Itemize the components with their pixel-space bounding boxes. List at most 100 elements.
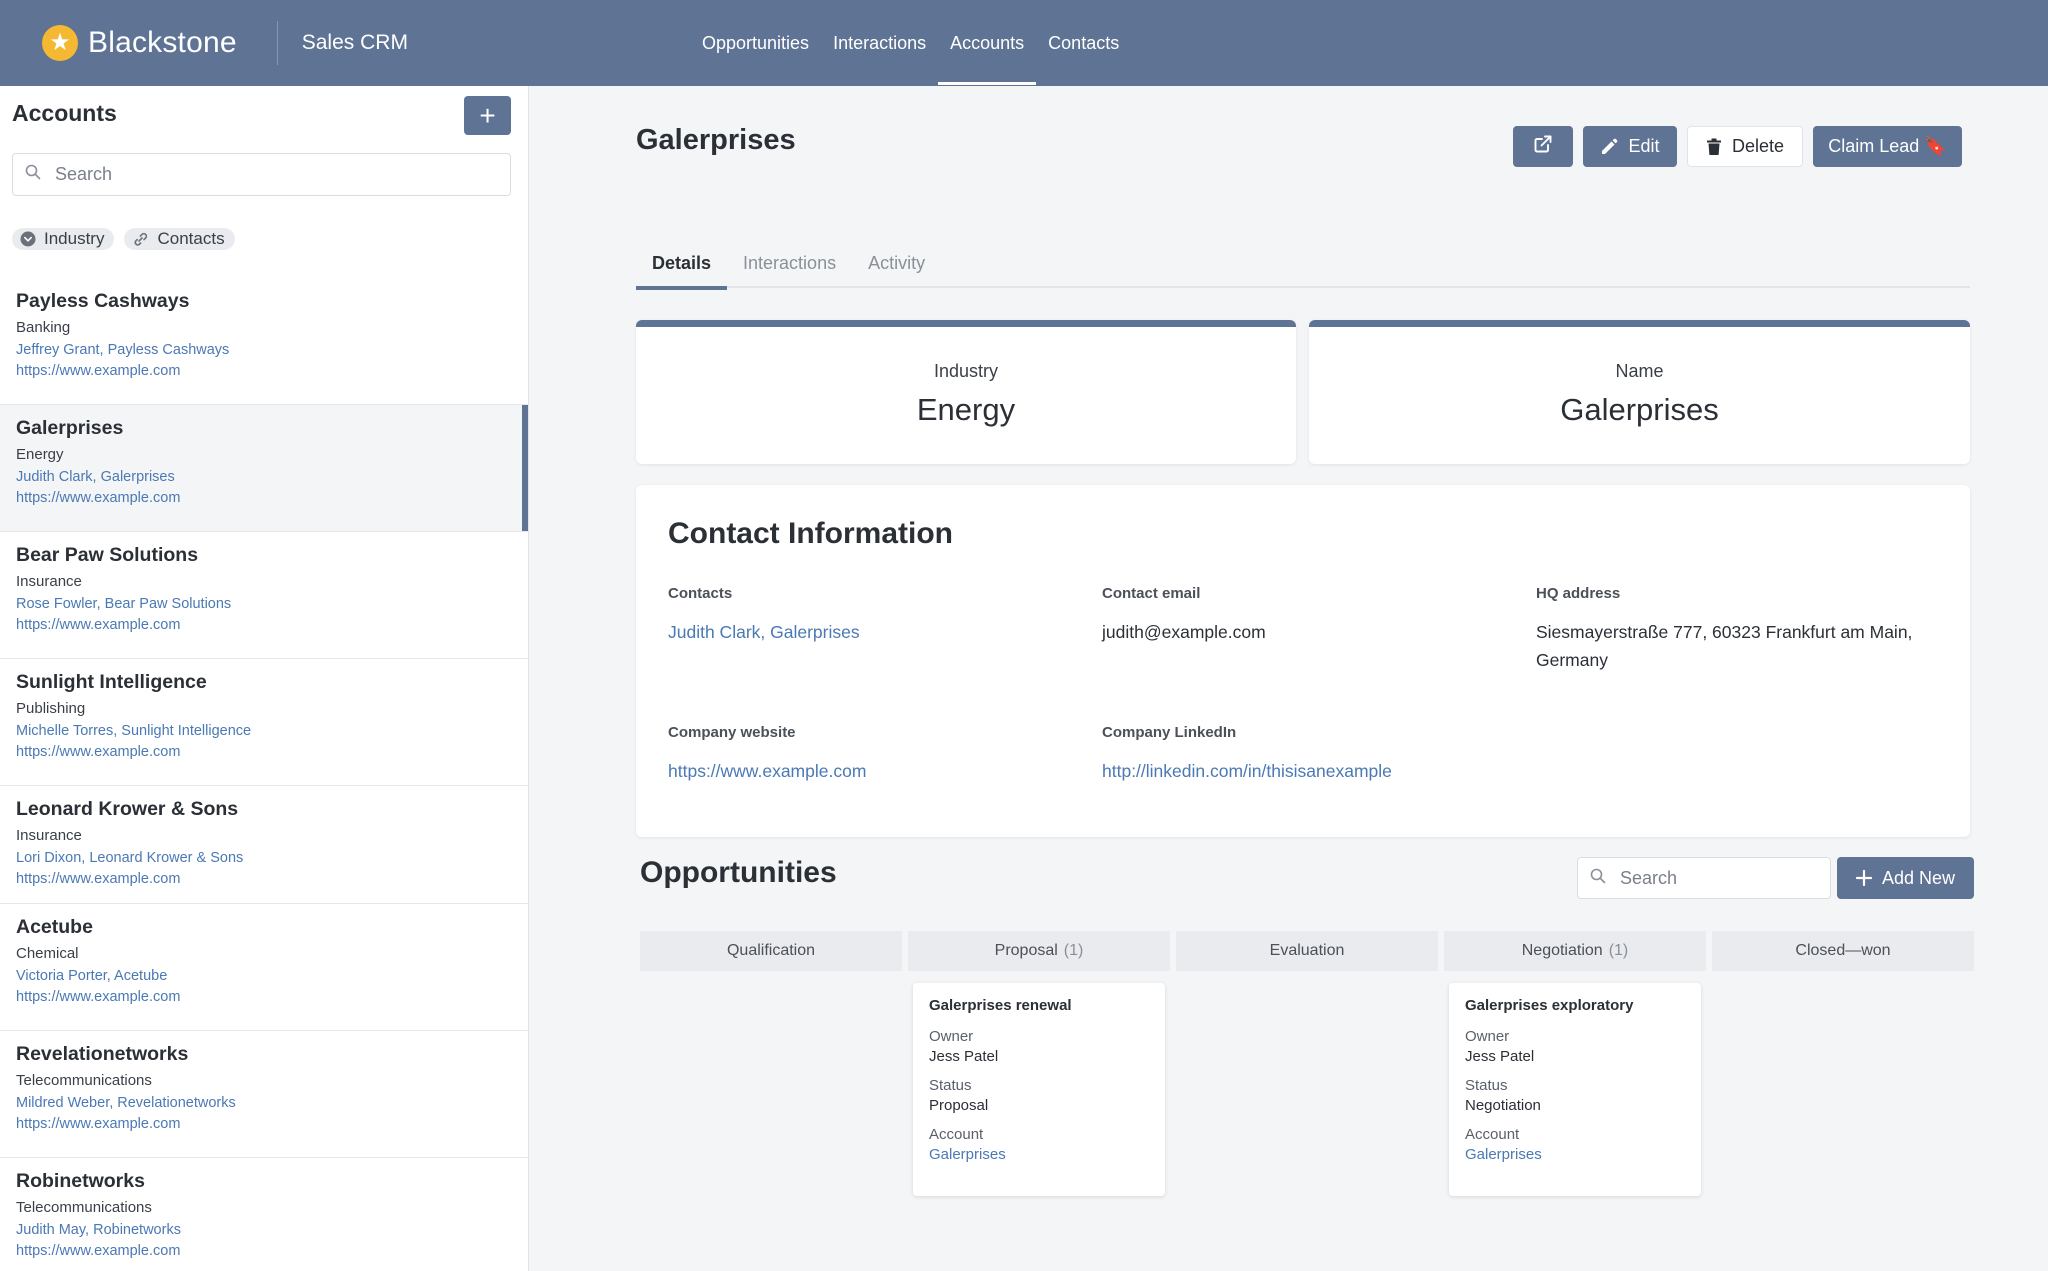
sidebar-search-input[interactable] xyxy=(55,164,475,185)
field-label: Company LinkedIn xyxy=(1102,724,1237,741)
account-contact-link[interactable]: Victoria Porter, Acetube xyxy=(16,968,512,984)
opportunity-card[interactable]: Galerprises renewal Owner Jess Patel Sta… xyxy=(913,983,1165,1196)
nav-interactions[interactable]: Interactions xyxy=(821,0,938,86)
trash-icon xyxy=(1706,138,1722,156)
contacts-filter-chip[interactable]: Contacts xyxy=(124,228,235,250)
opportunity-board: Qualification Proposal (1) Galerprises r… xyxy=(640,931,1974,1196)
list-item[interactable]: Acetube Chemical Victoria Porter, Acetub… xyxy=(0,904,528,1031)
search-icon xyxy=(1590,868,1606,889)
list-item-selected[interactable]: Galerprises Energy Judith Clark, Galerpr… xyxy=(0,405,528,532)
account-website-link[interactable]: https://www.example.com xyxy=(16,744,512,760)
account-website-link[interactable]: https://www.example.com xyxy=(16,490,512,506)
owner-label: Owner xyxy=(1465,1028,1510,1045)
brand-name: Blackstone xyxy=(88,26,237,59)
nav-accounts[interactable]: Accounts xyxy=(938,0,1037,86)
list-item[interactable]: Sunlight Intelligence Publishing Michell… xyxy=(0,659,528,786)
account-name: Revelationetworks xyxy=(16,1043,189,1065)
account-link[interactable]: Galerprises xyxy=(1465,1146,1685,1163)
column-header: Closed—won xyxy=(1712,931,1974,971)
field-label: Company website xyxy=(668,724,796,741)
account-industry: Banking xyxy=(16,319,71,336)
account-link[interactable]: Galerprises xyxy=(929,1146,1149,1163)
list-item[interactable]: Revelationetworks Telecommunications Mil… xyxy=(0,1031,528,1158)
column-label: Proposal xyxy=(994,942,1058,959)
stat-label: Name xyxy=(1615,361,1664,381)
tab-activity[interactable]: Activity xyxy=(852,238,941,288)
page-title: Galerprises xyxy=(636,124,796,156)
tab-interactions[interactable]: Interactions xyxy=(727,238,852,288)
brand-divider xyxy=(276,21,278,65)
account-industry: Publishing xyxy=(16,700,86,717)
contact-information-card: Contact Information Contacts Judith Clar… xyxy=(636,485,1970,837)
owner-value: Jess Patel xyxy=(929,1048,999,1065)
open-external-button[interactable] xyxy=(1513,126,1573,167)
opportunity-name: Galerprises renewal xyxy=(929,997,1072,1014)
account-industry: Telecommunications xyxy=(16,1199,152,1216)
top-navigation-bar: ★ Blackstone Sales CRM Opportunities Int… xyxy=(0,0,2048,86)
account-industry: Insurance xyxy=(16,827,82,844)
column-header: Proposal (1) xyxy=(908,931,1170,971)
nav-contacts[interactable]: Contacts xyxy=(1036,0,1131,86)
account-contact-link[interactable]: Judith May, Robinetworks xyxy=(16,1222,512,1238)
field-label: Contact email xyxy=(1102,585,1201,602)
name-stat-card: Name Galerprises xyxy=(1309,320,1970,464)
account-website-link[interactable]: https://www.example.com xyxy=(16,617,512,633)
account-name: Bear Paw Solutions xyxy=(16,544,199,566)
industry-filter-chip[interactable]: Industry xyxy=(12,228,115,250)
column-label: Negotiation xyxy=(1521,942,1603,959)
account-contact-link[interactable]: Mildred Weber, Revelationetworks xyxy=(16,1095,512,1111)
nav-opportunities[interactable]: Opportunities xyxy=(690,0,821,86)
contact-link[interactable]: Judith Clark, Galerprises xyxy=(668,618,1078,646)
account-website-link[interactable]: https://www.example.com xyxy=(16,1243,512,1259)
list-item[interactable]: Bear Paw Solutions Insurance Rose Fowler… xyxy=(0,532,528,659)
account-contact-link[interactable]: Michelle Torres, Sunlight Intelligence xyxy=(16,723,512,739)
tab-details[interactable]: Details xyxy=(636,238,728,290)
contact-email-field: Contact email judith@example.com xyxy=(1102,585,1512,646)
stat-value: Energy xyxy=(916,392,1016,427)
account-website-link[interactable]: https://www.example.com xyxy=(16,871,512,887)
pencil-icon xyxy=(1600,138,1618,156)
account-contact-link[interactable]: Lori Dixon, Leonard Krower & Sons xyxy=(16,850,512,866)
list-item[interactable]: Robinetworks Telecommunications Judith M… xyxy=(0,1158,528,1271)
claim-lead-button[interactable]: Claim Lead 🔖 xyxy=(1813,126,1962,167)
delete-label: Delete xyxy=(1731,136,1785,156)
add-new-button[interactable]: Add New xyxy=(1837,857,1974,899)
edit-button[interactable]: Edit xyxy=(1583,126,1677,167)
owner-value: Jess Patel xyxy=(1465,1048,1535,1065)
account-detail: Galerprises Edit Delete Claim Lead 🔖 Det… xyxy=(530,86,2048,1271)
column-evaluation: Evaluation xyxy=(1176,931,1438,1196)
industry-stat-card: Industry Energy xyxy=(636,320,1296,464)
status-value: Negotiation xyxy=(1465,1097,1541,1114)
account-website-link[interactable]: https://www.example.com xyxy=(16,1116,512,1132)
external-link-icon xyxy=(1533,134,1553,159)
account-contact-link[interactable]: Judith Clark, Galerprises xyxy=(16,469,512,485)
opportunities-search-input[interactable] xyxy=(1620,867,1810,889)
status-value: Proposal xyxy=(929,1097,989,1114)
delete-button[interactable]: Delete xyxy=(1687,126,1803,167)
add-account-button[interactable]: + xyxy=(464,96,511,135)
column-label: Evaluation xyxy=(1269,942,1345,959)
website-link[interactable]: https://www.example.com xyxy=(668,757,1078,785)
account-contact-link[interactable]: Jeffrey Grant, Payless Cashways xyxy=(16,342,512,358)
account-website-link[interactable]: https://www.example.com xyxy=(16,989,512,1005)
account-label: Account xyxy=(929,1126,984,1143)
account-contact-link[interactable]: Rose Fowler, Bear Paw Solutions xyxy=(16,596,512,612)
column-count: (1) xyxy=(1608,942,1629,959)
accounts-sidebar: Accounts + Industry Contacts Payless Cas… xyxy=(0,86,529,1271)
list-item[interactable]: Payless Cashways Banking Jeffrey Grant, … xyxy=(0,278,528,405)
opportunity-card[interactable]: Galerprises exploratory Owner Jess Patel… xyxy=(1449,983,1701,1196)
search-icon xyxy=(25,164,41,185)
brand[interactable]: ★ Blackstone xyxy=(42,25,237,61)
sidebar-title: Accounts xyxy=(12,100,117,126)
field-value: Siesmayerstraße 777, 60323 Frankfurt am … xyxy=(1536,622,1913,670)
column-header: Negotiation (1) xyxy=(1444,931,1706,971)
status-label: Status xyxy=(929,1077,972,1094)
account-label: Account xyxy=(1465,1126,1520,1143)
industry-chip-label: Industry xyxy=(44,229,105,248)
sidebar-search xyxy=(12,153,511,196)
linkedin-link[interactable]: http://linkedin.com/in/thisisanexample xyxy=(1102,757,1512,785)
list-item[interactable]: Leonard Krower & Sons Insurance Lori Dix… xyxy=(0,786,528,904)
account-industry: Telecommunications xyxy=(16,1072,152,1089)
account-name: Leonard Krower & Sons xyxy=(16,798,239,820)
account-website-link[interactable]: https://www.example.com xyxy=(16,363,512,379)
